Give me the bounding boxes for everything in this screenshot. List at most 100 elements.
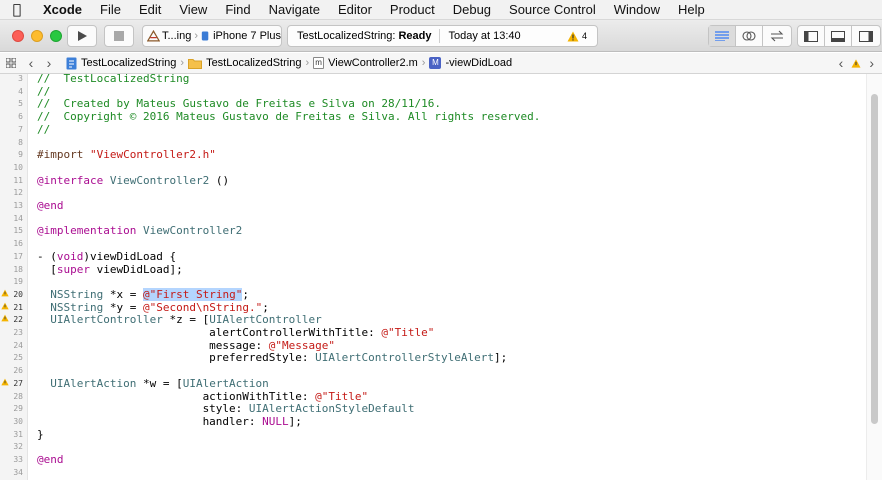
debug-area-toggle-button[interactable]: [825, 26, 852, 46]
line-number[interactable]: 29: [0, 403, 23, 416]
menu-editor[interactable]: Editor: [329, 2, 381, 17]
line-number[interactable]: 6: [0, 111, 23, 124]
line-warning-icon[interactable]: [1, 378, 9, 391]
line-number[interactable]: 7: [0, 124, 23, 137]
line-number[interactable]: 18: [0, 264, 23, 277]
line-number[interactable]: 25: [0, 352, 23, 365]
menu-view[interactable]: View: [170, 2, 216, 17]
code-line[interactable]: [super viewDidLoad];: [37, 263, 182, 277]
previous-issue-button[interactable]: ‹: [839, 55, 844, 71]
assistant-editor-button[interactable]: [736, 26, 763, 46]
standard-editor-icon: [715, 31, 729, 41]
run-button[interactable]: [67, 25, 97, 47]
line-number[interactable]: 13: [0, 200, 23, 213]
forward-button[interactable]: ›: [40, 55, 58, 71]
issue-warning-icon[interactable]: [851, 58, 861, 68]
line-number[interactable]: 11: [0, 175, 23, 188]
status-state: Ready: [398, 30, 432, 42]
line-number[interactable]: 24: [0, 340, 23, 353]
menu-product[interactable]: Product: [381, 2, 444, 17]
vertical-scrollbar[interactable]: [866, 74, 882, 480]
warning-count: 4: [581, 31, 587, 41]
line-number[interactable]: 9: [0, 149, 23, 162]
method-icon: M: [429, 57, 442, 69]
utilities-toggle-button[interactable]: [852, 26, 879, 46]
menu-window[interactable]: Window: [605, 2, 669, 17]
code-line[interactable]: //: [37, 123, 50, 137]
device-icon: [201, 31, 209, 41]
menu-source-control[interactable]: Source Control: [500, 2, 605, 17]
menu-find[interactable]: Find: [216, 2, 259, 17]
source-editor[interactable]: 3 4 5 6 7 8 9 10 11 12 13 14 15 16 17 18 19 20 21 22 23 24 25 2…: [0, 74, 882, 480]
line-number[interactable]: 32: [0, 441, 23, 454]
line-number[interactable]: 12: [0, 187, 23, 200]
breadcrumb-separator-icon: ›: [305, 57, 310, 69]
line-number[interactable]: 4: [0, 86, 23, 99]
line-number[interactable]: 17: [0, 251, 23, 264]
line-number[interactable]: 14: [0, 213, 23, 226]
breadcrumb-file[interactable]: m ViewController2.m: [313, 57, 418, 69]
menu-xcode[interactable]: Xcode: [34, 2, 91, 17]
code-line[interactable]: handler: NULL];: [37, 415, 302, 429]
breadcrumb-separator-icon: ›: [421, 57, 426, 69]
line-number[interactable]: 30: [0, 416, 23, 429]
code-line[interactable]: #import "ViewController2.h": [37, 148, 216, 162]
line-number[interactable]: 3: [0, 74, 23, 86]
line-warning-icon[interactable]: [1, 302, 9, 315]
line-warning-icon[interactable]: [1, 289, 9, 302]
menu-file[interactable]: File: [91, 2, 130, 17]
line-warning-icon[interactable]: [1, 314, 9, 327]
code-area[interactable]: // TestLocalizedString//// Created by Ma…: [37, 74, 866, 480]
breadcrumb-project[interactable]: TestLocalizedString: [66, 57, 176, 70]
stop-button[interactable]: [104, 25, 134, 47]
menu-edit[interactable]: Edit: [130, 2, 170, 17]
scrollbar-thumb[interactable]: [871, 94, 878, 424]
code-line[interactable]: alertControllerWithTitle: @"Title": [37, 326, 434, 340]
code-line[interactable]: }: [37, 428, 44, 442]
line-number[interactable]: 33: [0, 454, 23, 467]
next-issue-button[interactable]: ›: [869, 55, 874, 71]
breadcrumb-method[interactable]: M -viewDidLoad: [429, 57, 512, 69]
close-window-button[interactable]: [12, 30, 24, 42]
menu-help[interactable]: Help: [669, 2, 714, 17]
line-number[interactable]: 26: [0, 365, 23, 378]
code-line[interactable]: style: UIAlertActionStyleDefault: [37, 402, 415, 416]
warning-indicator[interactable]: 4: [567, 31, 587, 42]
right-panel-icon: [858, 30, 873, 42]
line-number[interactable]: 15: [0, 225, 23, 238]
version-editor-button[interactable]: [763, 26, 790, 46]
code-line[interactable]: @end: [37, 199, 64, 213]
line-number[interactable]: 10: [0, 162, 23, 175]
line-number[interactable]: 23: [0, 327, 23, 340]
back-button[interactable]: ‹: [22, 55, 40, 71]
zoom-window-button[interactable]: [50, 30, 62, 42]
breadcrumb-label: TestLocalizedString: [81, 57, 177, 69]
code-line[interactable]: preferredStyle: UIAlertControllerStyleAl…: [37, 352, 507, 365]
apple-menu-icon[interactable]: : [0, 2, 34, 18]
line-number[interactable]: 34: [0, 467, 23, 480]
line-number-gutter[interactable]: 3 4 5 6 7 8 9 10 11 12 13 14 15 16 17 18 19 20 21 22 23 24 25 2…: [0, 74, 28, 480]
breadcrumb-group[interactable]: TestLocalizedString: [188, 57, 301, 69]
status-project: TestLocalizedString:: [297, 30, 396, 42]
device-name: iPhone 7 Plus: [213, 30, 281, 42]
line-number[interactable]: 28: [0, 391, 23, 404]
menu-navigate[interactable]: Navigate: [260, 2, 329, 17]
version-editor-icon: [770, 30, 783, 42]
menu-debug[interactable]: Debug: [444, 2, 500, 17]
line-number[interactable]: 19: [0, 276, 23, 289]
standard-editor-button[interactable]: [709, 26, 736, 46]
minimize-window-button[interactable]: [31, 30, 43, 42]
related-items-button[interactable]: [0, 58, 22, 68]
line-number[interactable]: 8: [0, 137, 23, 150]
line-number[interactable]: 16: [0, 238, 23, 251]
code-line[interactable]: @interface ViewController2 (): [37, 174, 229, 188]
navigator-toggle-button[interactable]: [798, 26, 825, 46]
code-line[interactable]: @end: [37, 453, 64, 467]
code-line[interactable]: @implementation ViewController2: [37, 225, 242, 238]
code-line[interactable]: // Copyright © 2016 Mateus Gustavo de Fr…: [37, 110, 540, 124]
scheme-selector[interactable]: T...ing › iPhone 7 Plus: [142, 25, 282, 47]
line-number[interactable]: 31: [0, 429, 23, 442]
code-line[interactable]: UIAlertAction *w = [UIAlertAction: [37, 377, 269, 391]
code-line[interactable]: // TestLocalizedString: [37, 74, 189, 86]
line-number[interactable]: 5: [0, 98, 23, 111]
